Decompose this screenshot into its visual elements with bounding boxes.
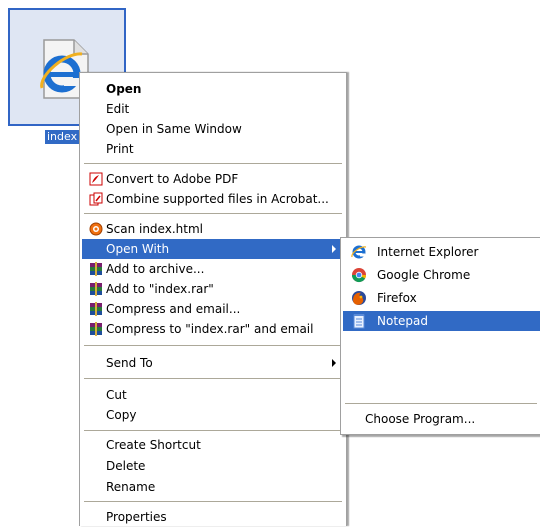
submenu-item-google-chrome[interactable]: Google Chrome xyxy=(343,265,540,285)
menu-item-combine-acrobat[interactable]: Combine supported files in Acrobat... xyxy=(82,189,344,209)
menu-item-compress-email[interactable]: Compress and email... xyxy=(82,299,344,319)
menu-item-convert-pdf[interactable]: Convert to Adobe PDF xyxy=(82,169,344,189)
submenu-item-firefox[interactable]: Firefox xyxy=(343,288,540,308)
menu-separator xyxy=(84,213,342,214)
firefox-icon xyxy=(352,291,366,305)
winrar-icon xyxy=(90,282,102,296)
menu-item-open-same-window[interactable]: Open in Same Window xyxy=(82,119,344,139)
menu-item-send-to[interactable]: Send To xyxy=(82,353,344,373)
internet-explorer-icon xyxy=(351,245,367,259)
open-with-submenu: Internet Explorer Google Chrome Firefox … xyxy=(340,237,540,435)
menu-item-properties[interactable]: Properties xyxy=(82,507,344,527)
submenu-item-choose-program[interactable]: Choose Program... xyxy=(343,409,540,429)
menu-item-scan[interactable]: Scan index.html xyxy=(82,219,344,239)
menu-separator xyxy=(84,163,342,164)
menu-item-add-archive[interactable]: Add to archive... xyxy=(82,259,344,279)
menu-item-open[interactable]: Open xyxy=(82,79,344,99)
menu-item-create-shortcut[interactable]: Create Shortcut xyxy=(82,435,344,455)
notepad-icon xyxy=(353,314,365,329)
antivirus-scan-icon xyxy=(89,222,103,236)
menu-item-open-with[interactable]: Open With xyxy=(82,239,344,259)
menu-item-rename[interactable]: Rename xyxy=(82,477,344,497)
context-menu: Open Edit Open in Same Window Print Conv… xyxy=(79,72,347,526)
google-chrome-icon xyxy=(351,268,367,283)
menu-item-add-rar[interactable]: Add to "index.rar" xyxy=(82,279,344,299)
submenu-item-notepad[interactable]: Notepad xyxy=(343,311,540,331)
menu-separator xyxy=(84,345,342,346)
menu-item-copy[interactable]: Copy xyxy=(82,405,344,425)
menu-item-print[interactable]: Print xyxy=(82,139,344,159)
menu-item-delete[interactable]: Delete xyxy=(82,456,344,476)
winrar-icon xyxy=(90,322,102,336)
submenu-arrow-icon xyxy=(332,359,336,367)
menu-separator xyxy=(84,378,342,379)
winrar-icon xyxy=(90,302,102,316)
menu-separator xyxy=(84,501,342,502)
menu-separator xyxy=(345,403,537,404)
winrar-icon xyxy=(90,262,102,276)
menu-item-cut[interactable]: Cut xyxy=(82,385,344,405)
acrobat-combine-icon xyxy=(89,192,103,206)
submenu-item-internet-explorer[interactable]: Internet Explorer xyxy=(343,242,540,262)
submenu-arrow-icon xyxy=(332,245,336,253)
file-name-label[interactable]: index xyxy=(45,130,80,144)
menu-separator xyxy=(84,430,342,431)
menu-item-edit[interactable]: Edit xyxy=(82,99,344,119)
menu-item-compress-rar-email[interactable]: Compress to "index.rar" and email xyxy=(82,319,344,339)
adobe-pdf-icon xyxy=(89,172,103,186)
